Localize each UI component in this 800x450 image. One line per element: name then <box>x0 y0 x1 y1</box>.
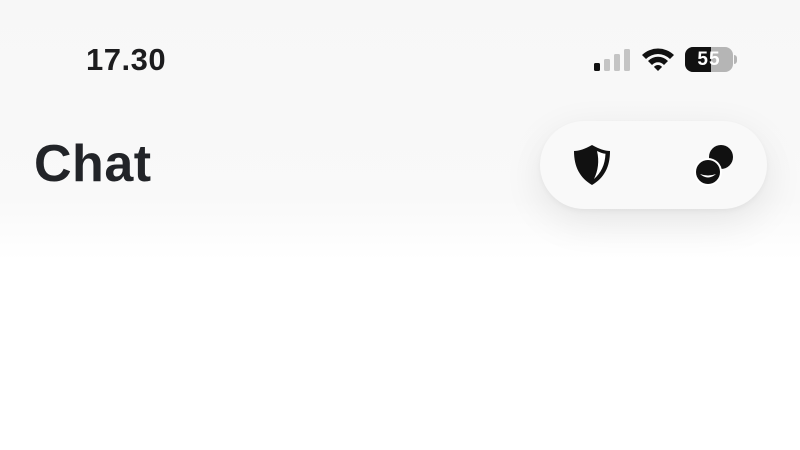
page-title: Chat <box>34 135 152 193</box>
shield-icon <box>574 145 610 185</box>
group-chat-icon <box>694 145 733 186</box>
cellular-signal-icon <box>594 49 630 71</box>
battery-body: 55 <box>685 47 733 72</box>
battery-tip <box>734 55 737 64</box>
battery-indicator: 55 <box>685 47 737 73</box>
new-group-chat-button[interactable] <box>690 141 738 189</box>
wifi-icon <box>642 48 674 71</box>
privacy-shield-button[interactable] <box>568 141 616 189</box>
header-actions-pill <box>540 121 767 209</box>
battery-percent-label: 55 <box>697 49 721 70</box>
chat-screen: 17.30 55 Chat <box>0 0 800 450</box>
status-time: 17.30 <box>86 42 167 77</box>
